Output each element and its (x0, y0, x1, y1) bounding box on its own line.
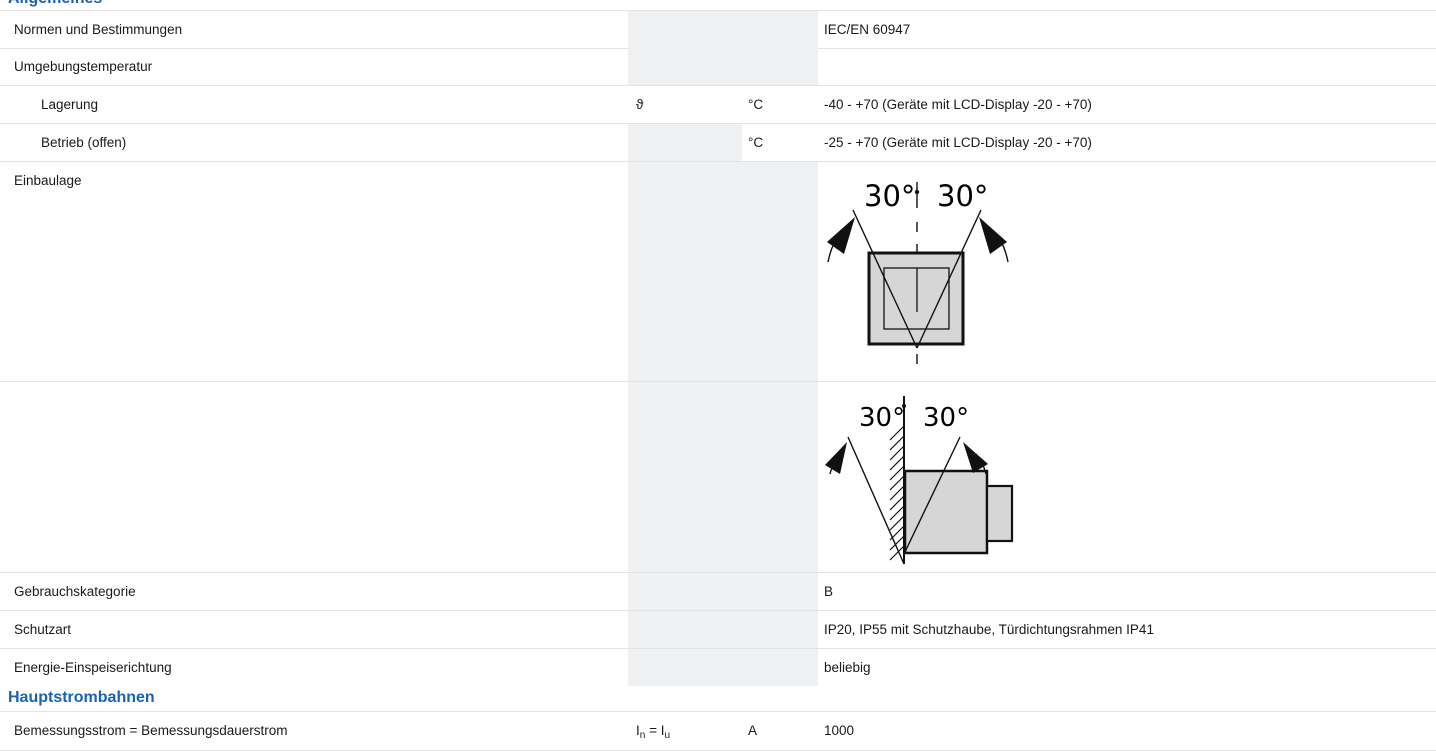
row-unit: A (748, 723, 758, 738)
table-row-storage: Lagerung ϑ °C -40 - +70 (Geräte mit LCD-… (0, 86, 1436, 124)
row-label: Bemessungsstrom = Bemessungsdauerstrom (14, 723, 288, 738)
row-value: IP20, IP55 mit Schutzhaube, Türdichtungs… (824, 622, 1154, 637)
row-label: Normen und Bestimmungen (14, 22, 183, 37)
row-label: Schutzart (14, 622, 72, 637)
row-label: Umgebungstemperatur (14, 59, 153, 74)
row-label: Lagerung (41, 97, 99, 112)
row-value: -40 - +70 (Geräte mit LCD-Display -20 - … (824, 97, 1092, 112)
row-value: 1000 (824, 723, 855, 738)
row-value: IEC/EN 60947 (824, 22, 911, 37)
table-row-ambient-temperature: Umgebungstemperatur (0, 48, 1436, 86)
row-unit: °C (748, 97, 764, 112)
mounting-position-diagram-front: 30° 30° (827, 179, 1009, 366)
symbol-equals: = (645, 723, 661, 738)
table-row-energy-direction: Energie-Einspeiserichtung beliebig (0, 649, 1436, 686)
row-value: -25 - +70 (Geräte mit LCD-Display -20 - … (824, 135, 1092, 150)
row-label: Einbaulage (14, 173, 82, 188)
angle-right-label: 30° (923, 403, 969, 433)
row-label: Gebrauchskategorie (14, 584, 136, 599)
section-title-general: Allgemeines (8, 0, 102, 9)
table-row-mounting-position: Einbaulage 30° 30° (0, 162, 1436, 382)
row-label: Betrieb (offen) (41, 135, 127, 150)
angle-left-label: 30° (859, 403, 905, 433)
table-row-utilization-category: Gebrauchskategorie B (0, 573, 1436, 611)
table-row-rated-current: Bemessungsstrom = Bemessungsdauerstrom I… (0, 711, 1436, 751)
row-value: B (824, 584, 834, 599)
table-row-protection-type: Schutzart IP20, IP55 mit Schutzhaube, Tü… (0, 611, 1436, 649)
table-row-operation: Betrieb (offen) °C -25 - +70 (Geräte mit… (0, 124, 1436, 162)
symbol-sub-u: u (664, 730, 671, 741)
table-row-standards: Normen und Bestimmungen IEC/EN 60947 (0, 10, 1436, 49)
mounting-position-diagram-side: 30° 30° (825, 396, 1014, 565)
row-label: Energie-Einspeiserichtung (14, 660, 172, 675)
row-symbol: ϑ (636, 97, 644, 112)
table-row-mounting-position-side: 30° 30° (0, 382, 1436, 573)
angle-right-label: 30° (937, 179, 988, 213)
angle-left-label: 30° (864, 179, 915, 213)
row-unit: °C (748, 135, 764, 150)
row-value: beliebig (824, 660, 871, 675)
section-title-main-circuits: Hauptstrombahnen (8, 689, 155, 706)
row-symbol: In = Iu (636, 722, 670, 745)
